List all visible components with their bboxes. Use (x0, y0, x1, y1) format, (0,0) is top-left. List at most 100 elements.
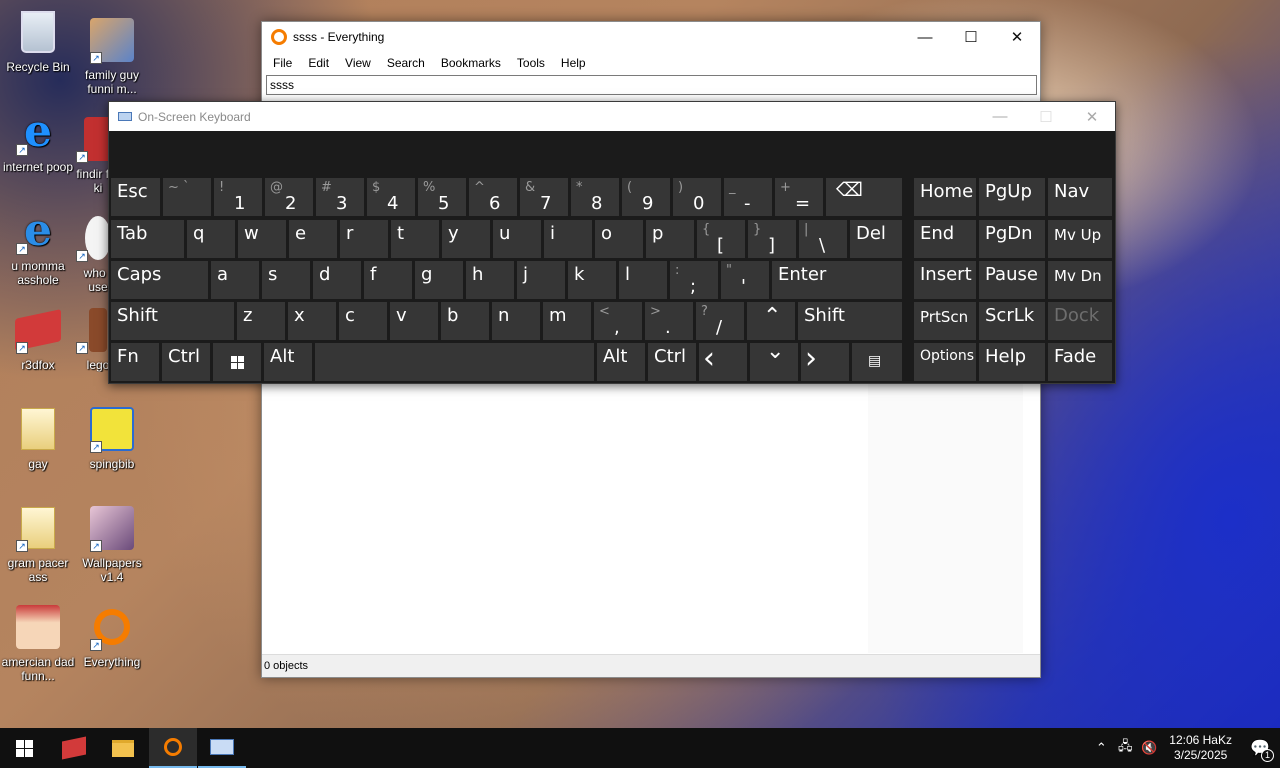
key-1[interactable]: ! 1 (214, 178, 262, 216)
key-alt-right[interactable]: Alt (597, 343, 645, 381)
key-dock[interactable]: Dock (1048, 302, 1112, 340)
key-tab[interactable]: Tab (111, 220, 184, 258)
menu-edit[interactable]: Edit (300, 56, 337, 70)
key-right-bracket[interactable]: }] (748, 220, 796, 258)
taskbar-file-explorer[interactable] (99, 728, 147, 768)
search-input[interactable] (266, 75, 1037, 95)
key-shift-right[interactable]: Shift (798, 302, 902, 340)
key-8[interactable]: * 8 (571, 178, 619, 216)
menu-help[interactable]: Help (553, 56, 594, 70)
key-minus[interactable]: _ - (724, 178, 772, 216)
key-7[interactable]: & 7 (520, 178, 568, 216)
key-fn[interactable]: Fn (111, 343, 159, 381)
key-i[interactable]: i (544, 220, 592, 258)
desktop-icon-family-guy[interactable]: ↗ family guy funni m... (74, 16, 150, 96)
key-prtscn[interactable]: PrtScn (914, 302, 976, 340)
key-k[interactable]: k (568, 261, 616, 299)
network-icon[interactable]: 🖧 (1113, 737, 1137, 759)
key-a[interactable]: a (211, 261, 259, 299)
key-ctrl-left[interactable]: Ctrl (162, 343, 210, 381)
key-backspace[interactable]: ⌫ (826, 178, 902, 216)
menu-view[interactable]: View (337, 56, 379, 70)
maximize-button[interactable]: ☐ (948, 22, 994, 52)
key-quote[interactable]: " ' (721, 261, 769, 299)
desktop-icon-wallpapers[interactable]: ↗ Wallpapers v1.4 (74, 504, 150, 584)
key-space[interactable] (315, 343, 594, 381)
key-tilde[interactable]: ~ ` (163, 178, 211, 216)
key-esc[interactable]: Esc (111, 178, 160, 216)
key-help[interactable]: Help (979, 343, 1045, 381)
close-button[interactable]: ✕ (994, 22, 1040, 52)
key-down[interactable]: ⌄ (750, 339, 798, 381)
desktop-icon-gram-pacer[interactable]: ↗ gram pacer ass (0, 504, 76, 584)
key-s[interactable]: s (262, 261, 310, 299)
key-l[interactable]: l (619, 261, 667, 299)
key-scrlk[interactable]: ScrLk (979, 302, 1045, 340)
key-pgup[interactable]: PgUp (979, 178, 1045, 216)
key-b[interactable]: b (441, 302, 489, 340)
key-ctrl-right[interactable]: Ctrl (648, 343, 696, 381)
key-3[interactable]: #3 (316, 178, 364, 216)
key-del[interactable]: Del (850, 220, 902, 258)
chevron-up-icon[interactable]: ⌃ (1089, 740, 1113, 756)
key-menu[interactable]: ▤ (852, 343, 902, 381)
key-comma[interactable]: <, (594, 302, 642, 340)
minimize-button[interactable]: — (902, 22, 948, 52)
desktop-icon-internet-poop[interactable]: e ↗ internet poop (0, 108, 76, 175)
key-6[interactable]: ^ 6 (469, 178, 517, 216)
key-v[interactable]: v (390, 302, 438, 340)
key-pgdn[interactable]: PgDn (979, 220, 1045, 258)
volume-muted-icon[interactable]: 🔇 (1137, 740, 1161, 756)
desktop-icon-gay[interactable]: gay (0, 405, 76, 471)
key-t[interactable]: t (391, 220, 439, 258)
key-enter[interactable]: Enter (772, 261, 902, 299)
key-equals[interactable]: + = (775, 178, 823, 216)
key-n[interactable]: n (492, 302, 540, 340)
key-2[interactable]: @2 (265, 178, 313, 216)
desktop-icon-u-momma[interactable]: e ↗ u momma asshole (0, 207, 76, 288)
key-period[interactable]: >. (645, 302, 693, 340)
key-5[interactable]: % 5 (418, 178, 466, 216)
osk-maximize-button[interactable]: ☐ (1023, 102, 1069, 132)
osk-close-button[interactable]: ✕ (1069, 102, 1115, 132)
key-y[interactable]: y (442, 220, 490, 258)
key-o[interactable]: o (595, 220, 643, 258)
action-center-button[interactable]: 💬 1 (1240, 738, 1280, 762)
menu-search[interactable]: Search (379, 56, 433, 70)
osk-minimize-button[interactable]: — (977, 102, 1023, 132)
key-g[interactable]: g (415, 261, 463, 299)
clock[interactable]: 12:06 HaKz 3/25/2025 (1161, 733, 1240, 763)
key-backslash[interactable]: | \ (799, 220, 847, 258)
key-semicolon[interactable]: :; (670, 261, 718, 299)
menu-tools[interactable]: Tools (509, 56, 553, 70)
desktop-icon-recycle-bin[interactable]: Recycle Bin (0, 8, 76, 74)
key-0[interactable]: ) 0 (673, 178, 721, 216)
key-f[interactable]: f (364, 261, 412, 299)
key-c[interactable]: c (339, 302, 387, 340)
key-end[interactable]: End (914, 220, 976, 258)
key-home[interactable]: Home (914, 178, 976, 216)
key-mv-dn[interactable]: Mv Dn (1048, 261, 1112, 299)
key-up[interactable]: ⌃ (747, 302, 795, 340)
key-caps[interactable]: Caps (111, 261, 208, 299)
key-left-bracket[interactable]: {[ (697, 220, 745, 258)
key-d[interactable]: d (313, 261, 361, 299)
key-x[interactable]: x (288, 302, 336, 340)
key-r[interactable]: r (340, 220, 388, 258)
key-j[interactable]: j (517, 261, 565, 299)
menu-file[interactable]: File (265, 56, 300, 70)
key-right[interactable]: › (801, 341, 849, 381)
everything-titlebar[interactable]: ssss - Everything — ☐ ✕ (262, 22, 1040, 52)
key-left[interactable]: ‹ (699, 341, 747, 381)
key-windows[interactable] (213, 343, 261, 381)
key-4[interactable]: $4 (367, 178, 415, 216)
taskbar-everything[interactable] (149, 728, 197, 768)
key-p[interactable]: p (646, 220, 694, 258)
desktop-icon-everything[interactable]: ↗ Everything (74, 603, 150, 669)
key-u[interactable]: u (493, 220, 541, 258)
start-button[interactable] (0, 728, 48, 768)
taskbar-r3dfox[interactable] (50, 728, 98, 768)
key-insert[interactable]: Insert (914, 261, 976, 299)
desktop-icon-american-dad[interactable]: amercian dad funn... (0, 603, 76, 683)
key-m[interactable]: m (543, 302, 591, 340)
